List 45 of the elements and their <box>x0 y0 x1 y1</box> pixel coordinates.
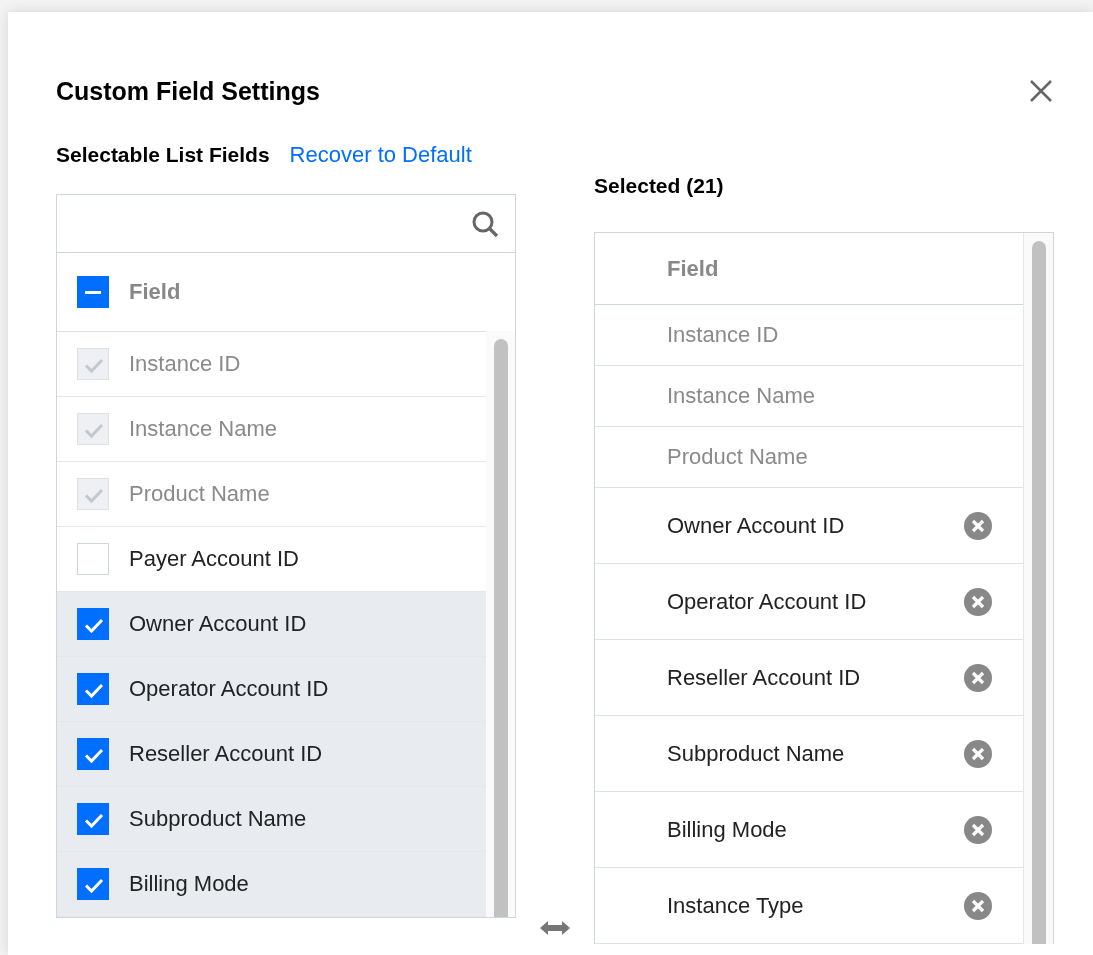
checkbox[interactable] <box>77 608 109 640</box>
field-label: Reseller Account ID <box>129 741 323 767</box>
remove-icon[interactable] <box>964 587 992 616</box>
section-heading: Selected (21) <box>594 174 724 198</box>
remove-icon[interactable] <box>964 663 992 692</box>
field-label: Payer Account ID <box>129 546 299 572</box>
scrollbar-thumb[interactable] <box>494 339 508 917</box>
field-option[interactable]: Billing Mode <box>57 852 487 917</box>
search-icon[interactable] <box>471 209 499 238</box>
selected-field: Owner Account ID <box>667 512 845 539</box>
selected-field: Operator Account ID <box>667 588 867 615</box>
selected-field: Instance Name <box>667 383 815 409</box>
remove-icon[interactable] <box>964 739 992 768</box>
checkbox[interactable] <box>77 803 109 835</box>
scrollbar-thumb[interactable] <box>1032 241 1046 944</box>
field-option[interactable]: Operator Account ID <box>57 657 487 722</box>
field-option[interactable]: Reseller Account ID <box>57 722 487 787</box>
field-label: Product Name <box>129 481 270 507</box>
selected-field: Reseller Account ID <box>667 664 861 691</box>
swap-arrow-icon <box>539 920 571 936</box>
selected-field: Instance ID <box>667 322 779 348</box>
recover-default-link[interactable]: Recover to Default <box>289 142 472 168</box>
field-label: Instance Name <box>129 416 277 442</box>
selected-field: Subproduct Name <box>667 740 845 767</box>
field-option[interactable]: Owner Account ID <box>57 592 487 657</box>
field-label: Operator Account ID <box>129 676 329 702</box>
dialog-title: Custom Field Settings <box>56 76 320 106</box>
remove-icon[interactable] <box>964 511 992 540</box>
checkbox[interactable] <box>77 738 109 770</box>
checkbox[interactable] <box>77 673 109 705</box>
remove-icon[interactable] <box>964 891 992 920</box>
field-label: Instance ID <box>129 351 241 377</box>
remove-icon[interactable] <box>964 815 992 844</box>
field-option[interactable]: Subproduct Name <box>57 787 487 852</box>
field-label: Billing Mode <box>129 871 249 897</box>
checkbox[interactable] <box>77 868 109 900</box>
field-label: Owner Account ID <box>129 611 307 637</box>
checkbox[interactable] <box>77 276 109 308</box>
selected-field: Instance Type <box>667 892 804 919</box>
field-label: Subproduct Name <box>129 806 307 832</box>
close-icon[interactable] <box>1029 79 1053 103</box>
section-heading: Selectable List Fields <box>56 143 270 167</box>
selected-field: Product Name <box>667 444 808 470</box>
selected-field: Billing Mode <box>667 816 787 843</box>
column-header: Field <box>129 279 181 305</box>
